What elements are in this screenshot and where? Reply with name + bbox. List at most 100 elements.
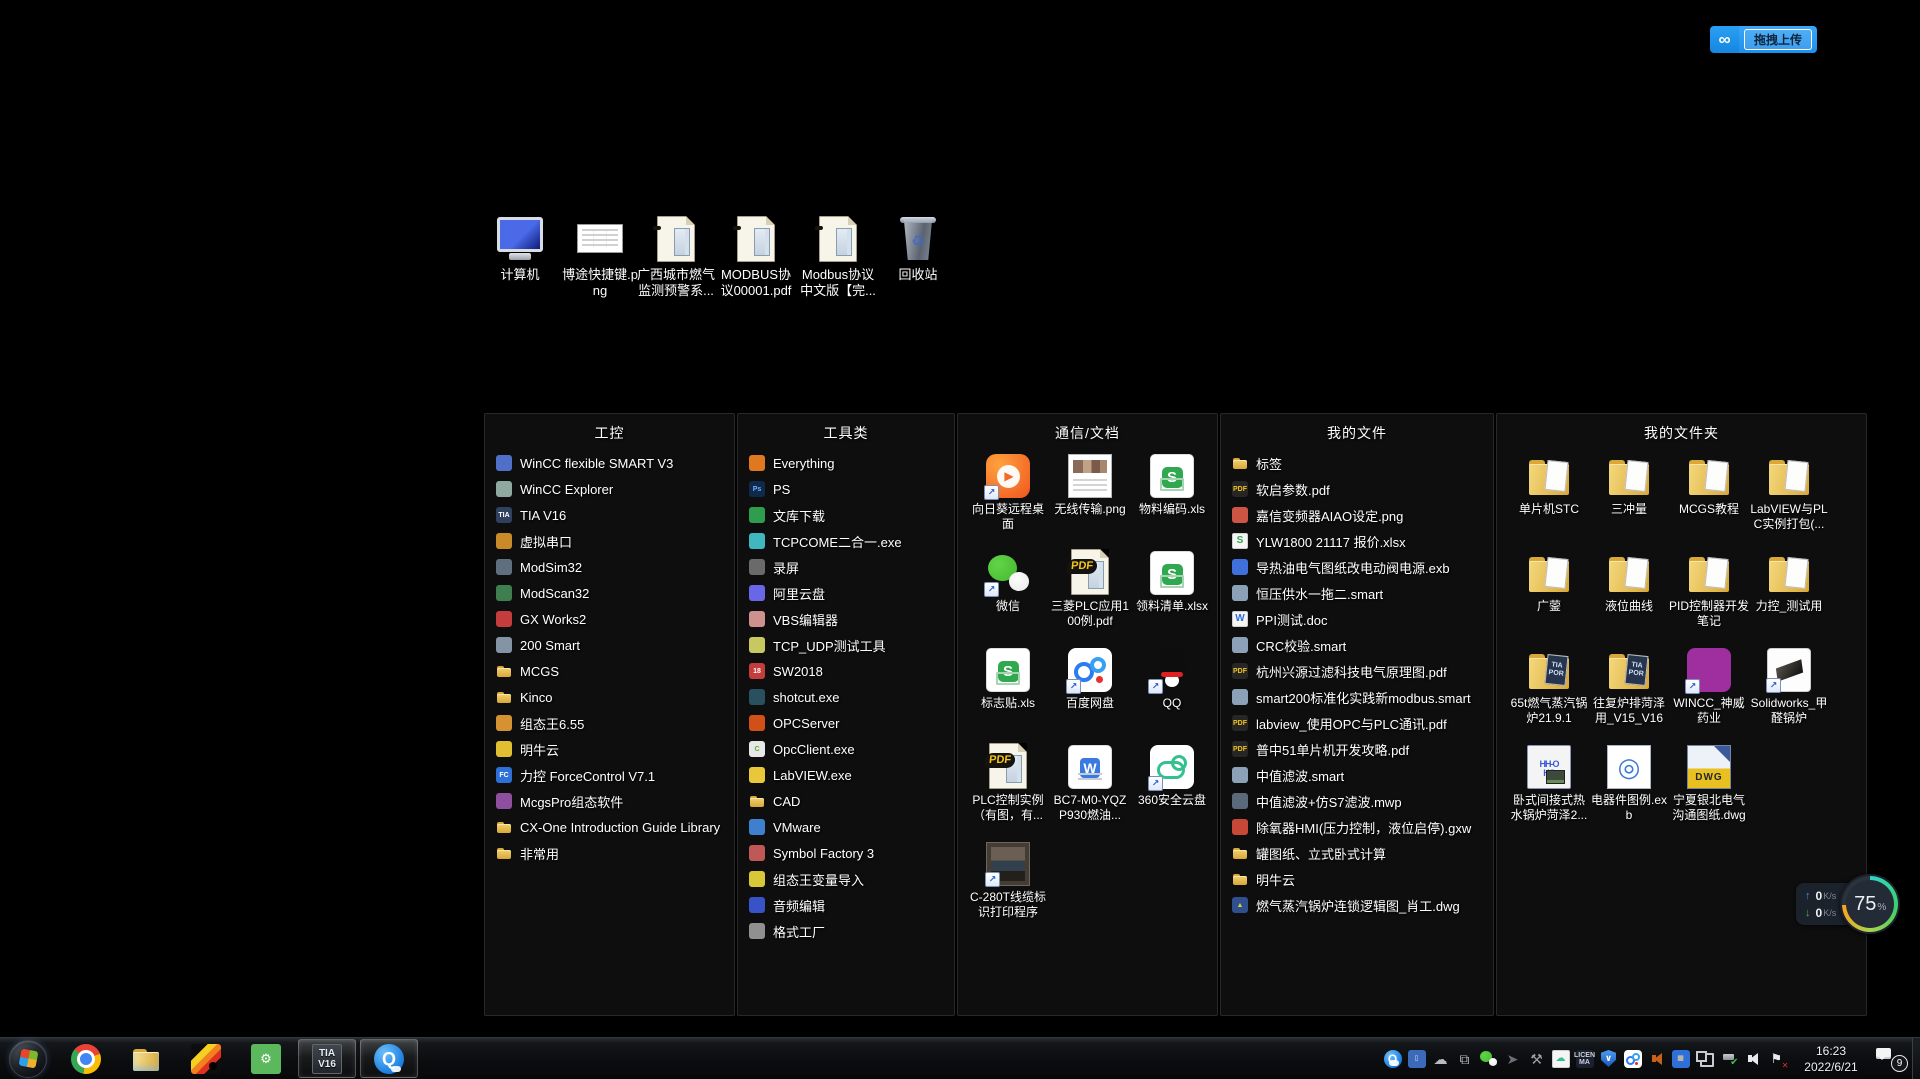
tray-item-wechat[interactable] — [1479, 1048, 1498, 1070]
panel-list-item[interactable]: Kinco — [496, 684, 734, 710]
panel-list-item[interactable]: 嘉信变频器AIAO设定.png — [1232, 502, 1493, 528]
panel-list-item[interactable]: VBS编辑器 — [749, 606, 954, 632]
panel-list-item[interactable]: LabVIEW.exe — [749, 762, 954, 788]
panel-list-item[interactable]: TCP_UDP测试工具 — [749, 632, 954, 658]
panel-list-item[interactable]: 中值滤波+仿S7滤波.mwp — [1232, 788, 1493, 814]
baidu-drag-upload-widget[interactable]: ∞ 拖拽上传 — [1710, 26, 1817, 53]
panel-list-item[interactable]: WinCC Explorer — [496, 476, 734, 502]
panel-title[interactable]: 工具类 — [738, 414, 954, 443]
panel-list-item[interactable]: FC力控 ForceControl V7.1 — [496, 762, 734, 788]
tray-item-network[interactable] — [1695, 1048, 1714, 1070]
tray-item-cloud-green[interactable]: ☁ — [1551, 1048, 1570, 1070]
panel-list-item[interactable]: CRC校验.smart — [1232, 632, 1493, 658]
panel-grid-item[interactable]: 单片机STC — [1509, 448, 1589, 545]
show-desktop-strip[interactable] — [1912, 1038, 1920, 1079]
tray-item-qbrowser[interactable]: Q — [1383, 1048, 1402, 1070]
taskbar-app-tia-v16[interactable]: TIA V16 — [298, 1039, 356, 1078]
panel-grid-item[interactable]: Solidworks_甲醛锅炉 — [1749, 642, 1829, 739]
taskbar-app-qq-browser[interactable]: Q — [360, 1039, 418, 1078]
tray-item-usb-eject[interactable]: ✔ — [1719, 1048, 1738, 1070]
panel-grid-item[interactable]: 力控_测试用 — [1749, 545, 1829, 642]
panel-grid-item[interactable]: PID控制器开发笔记 — [1669, 545, 1749, 642]
panel-grid-item[interactable]: 微信 — [967, 545, 1049, 642]
panel-list-item[interactable]: PDF软启参数.pdf — [1232, 476, 1493, 502]
tray-item-ime[interactable]: ▦ — [1671, 1048, 1690, 1070]
panel-list-item[interactable]: PDF普中51单片机开发攻略.pdf — [1232, 736, 1493, 762]
panel-list-item[interactable]: 导热油电气图纸改电动阀电源.exb — [1232, 554, 1493, 580]
panel-list-item[interactable]: 标签 — [1232, 450, 1493, 476]
panel-list-item[interactable]: WinCC flexible SMART V3 — [496, 450, 734, 476]
start-button[interactable] — [0, 1038, 56, 1079]
desktop-icon[interactable]: 博途快捷键.png — [559, 212, 641, 299]
panel-grid-item[interactable]: 无线传输.png — [1049, 448, 1131, 545]
panel-title[interactable]: 工控 — [485, 414, 734, 443]
panel-list-item[interactable]: shotcut.exe — [749, 684, 954, 710]
panel-grid-item[interactable]: QQ — [1131, 642, 1213, 739]
panel-list-item[interactable]: PDFlabview_使用OPC与PLC通讯.pdf — [1232, 710, 1493, 736]
tray-item-license[interactable]: LICEN MA — [1575, 1048, 1594, 1070]
panel-list-item[interactable]: ModScan32 — [496, 580, 734, 606]
panel-list-item[interactable]: TIATIA V16 — [496, 502, 734, 528]
panel-grid-item[interactable]: PDF三菱PLC应用100例.pdf — [1049, 545, 1131, 642]
panel-list-item[interactable]: smart200标准化实践新modbus.smart — [1232, 684, 1493, 710]
panel-list-item[interactable]: MCGS — [496, 658, 734, 684]
panel-list-item[interactable]: 恒压供水一拖二.smart — [1232, 580, 1493, 606]
notification-bubble[interactable]: 9 — [1876, 1046, 1908, 1072]
panel-list-item[interactable]: 200 Smart — [496, 632, 734, 658]
tray-item-sunlogin[interactable] — [1623, 1048, 1642, 1070]
panel-list-item[interactable]: 明牛云 — [496, 736, 734, 762]
panel-list-item[interactable]: ModSim32 — [496, 554, 734, 580]
panel-list-item[interactable]: SYLW1800 21117 报价.xlsx — [1232, 528, 1493, 554]
taskbar-clock[interactable]: 16:23 2022/6/21 — [1790, 1043, 1872, 1075]
panel-list-item[interactable]: 阿里云盘 — [749, 580, 954, 606]
tray-item-usb[interactable]: ▯ — [1407, 1048, 1426, 1070]
panel-title[interactable]: 我的文件夹 — [1497, 414, 1866, 443]
memory-percent-ball[interactable]: 75 % — [1840, 874, 1900, 934]
tray-item-speaker-orange[interactable] — [1647, 1048, 1666, 1070]
panel-list-item[interactable]: 组态王变量导入 — [749, 866, 954, 892]
panel-list-item[interactable]: Everything — [749, 450, 954, 476]
panel-grid-item[interactable]: ▶向日葵远程桌面 — [967, 448, 1049, 545]
taskbar-app-chrome[interactable] — [58, 1040, 114, 1077]
panel-list-item[interactable]: 格式工厂 — [749, 918, 954, 944]
panel-list-item[interactable]: 组态王6.55 — [496, 710, 734, 736]
taskbar-app-green-gear-tool[interactable]: ⚙ — [238, 1040, 294, 1077]
panel-list-item[interactable]: TCPCOME二合一.exe — [749, 528, 954, 554]
panel-list-item[interactable]: WPPI测试.doc — [1232, 606, 1493, 632]
panel-list-item[interactable]: 除氧器HMI(压力控制，液位启停).gxw — [1232, 814, 1493, 840]
panel-grid-item[interactable]: 广蓥 — [1509, 545, 1589, 642]
tray-item-dark-arrow[interactable]: ➤ — [1503, 1048, 1522, 1070]
tray-item-flag[interactable]: ⚑ — [1767, 1048, 1786, 1070]
panel-list-item[interactable]: Symbol Factory 3 — [749, 840, 954, 866]
desktop-icon[interactable]: MODBUS协议00001.pdf — [715, 212, 797, 299]
panel-grid-item[interactable]: TIA POR65t燃气蒸汽锅炉21.9.1 — [1509, 642, 1589, 739]
speed-ball-widget[interactable]: ↑ 0 K/s ↓ 0 K/s 75 % — [1796, 874, 1900, 934]
panel-list-item[interactable]: 录屏 — [749, 554, 954, 580]
panel-list-item[interactable]: 18SW2018 — [749, 658, 954, 684]
taskbar-app-explorer[interactable] — [118, 1040, 174, 1077]
panel-grid-item[interactable]: TIA POR往复炉排菏泽用_V15_V16 — [1589, 642, 1669, 739]
panel-grid-item[interactable]: C-280T线缆标识打印程序 — [967, 836, 1049, 933]
tray-item-shield[interactable]: ∨ — [1599, 1048, 1618, 1070]
tray-item-tools[interactable]: ⚒ — [1527, 1048, 1546, 1070]
panel-grid-item[interactable]: ◎电器件图例.exb — [1589, 739, 1669, 836]
panel-grid-item[interactable]: 三冲量 — [1589, 448, 1669, 545]
panel-list-item[interactable]: PDF杭州兴源过滤科技电气原理图.pdf — [1232, 658, 1493, 684]
panel-grid-item[interactable]: LabVIEW与PLC实例打包(... — [1749, 448, 1829, 545]
panel-title[interactable]: 我的文件 — [1221, 414, 1493, 443]
panel-grid-item[interactable]: PDFPLC控制实例（有图，有... — [967, 739, 1049, 836]
tray-item-volume[interactable] — [1743, 1048, 1762, 1070]
taskbar-app-snip-pencils[interactable] — [178, 1040, 234, 1077]
panel-list-item[interactable]: 罐图纸、立式卧式计算 — [1232, 840, 1493, 866]
panel-title[interactable]: 通信/文档 — [958, 414, 1217, 443]
panel-grid-item[interactable]: WINCC_神威药业 — [1669, 642, 1749, 739]
panel-list-item[interactable]: OPCServer — [749, 710, 954, 736]
panel-grid-item[interactable]: 液位曲线 — [1589, 545, 1669, 642]
desktop-icon[interactable]: 广西城市燃气监测预警系... — [635, 212, 717, 299]
panel-grid-item[interactable]: S标志贴.xls — [967, 642, 1049, 739]
panel-list-item[interactable]: McgsPro组态软件 — [496, 788, 734, 814]
panel-list-item[interactable]: 明牛云 — [1232, 866, 1493, 892]
panel-list-item[interactable]: 虚拟串口 — [496, 528, 734, 554]
panel-list-item[interactable]: GX Works2 — [496, 606, 734, 632]
panel-list-item[interactable]: CAD — [749, 788, 954, 814]
